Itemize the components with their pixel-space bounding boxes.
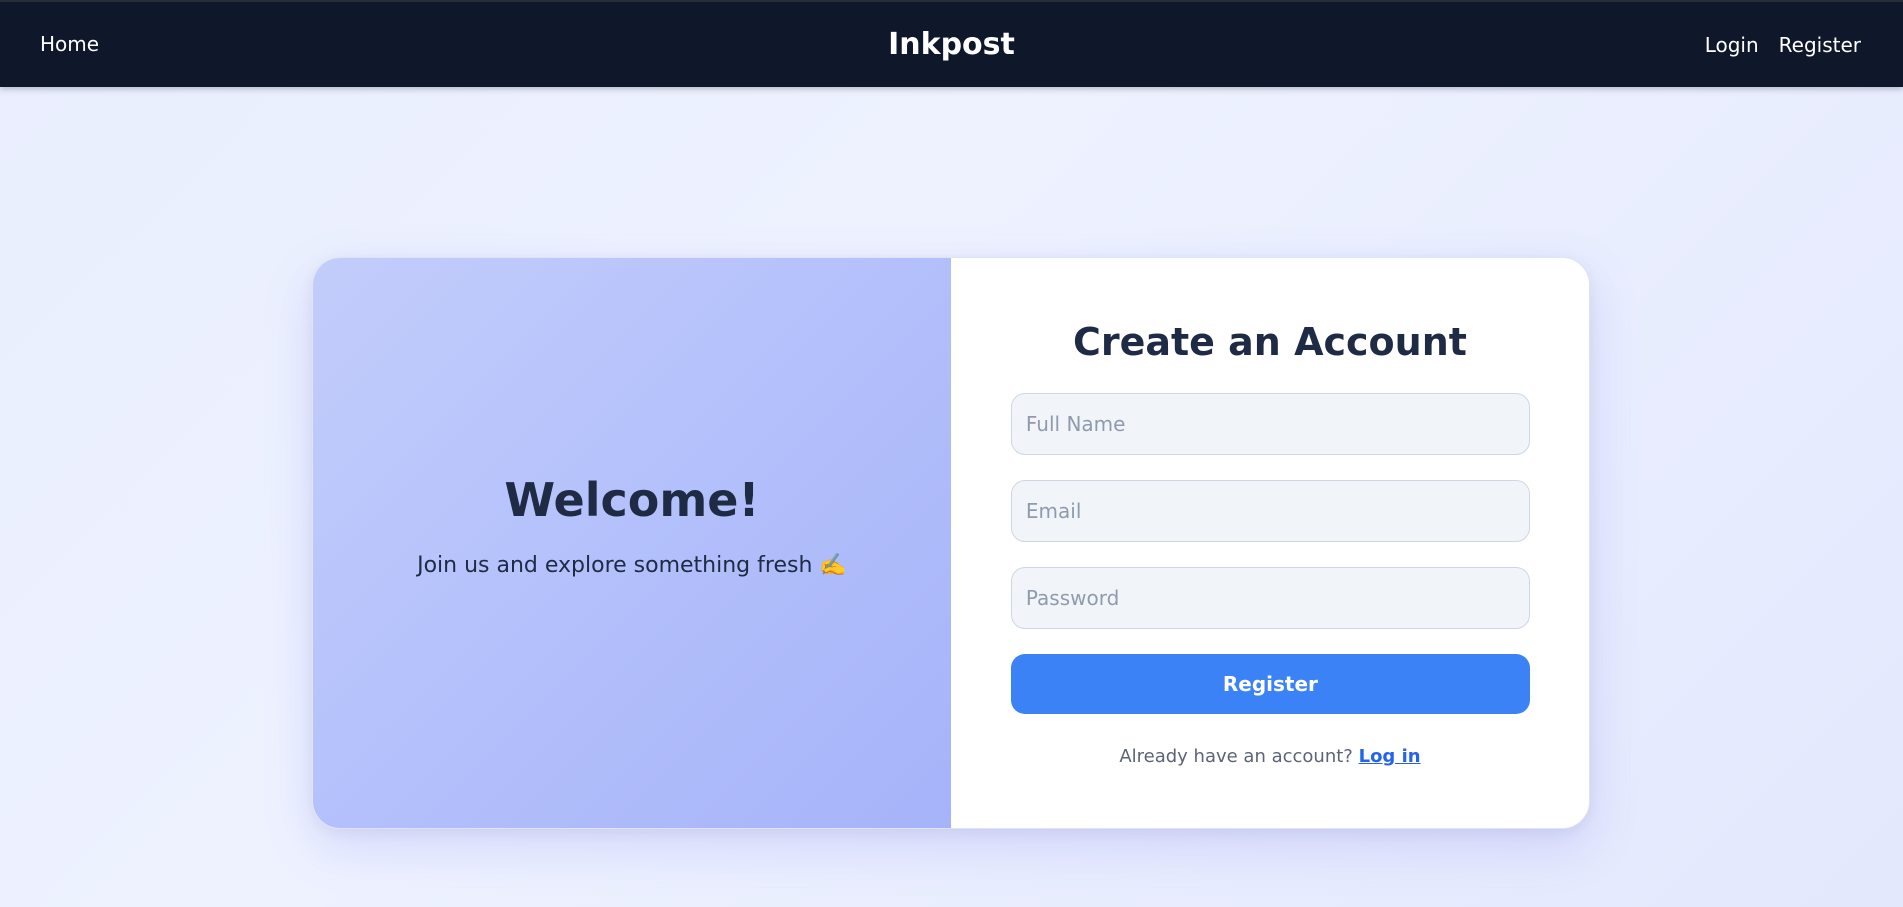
register-card: Welcome! Join us and explore something f… bbox=[312, 257, 1590, 829]
email-field[interactable] bbox=[1010, 480, 1530, 542]
welcome-subtitle: Join us and explore something fresh ✍️ bbox=[417, 552, 847, 578]
password-field[interactable] bbox=[1010, 567, 1530, 629]
login-prompt: Already have an account? Log in bbox=[951, 746, 1589, 767]
brand-logo-text: Inkpost bbox=[888, 27, 1015, 62]
welcome-panel: Welcome! Join us and explore something f… bbox=[313, 258, 951, 828]
nav-home-link[interactable]: Home bbox=[40, 2, 99, 87]
welcome-title: Welcome! bbox=[504, 472, 760, 527]
top-navbar: Home Inkpost Login Register bbox=[0, 2, 1903, 87]
login-link[interactable]: Log in bbox=[1359, 746, 1421, 767]
nav-register-link[interactable]: Register bbox=[1779, 33, 1861, 57]
nav-login-link[interactable]: Login bbox=[1705, 33, 1759, 57]
nav-auth-links: Login Register bbox=[1705, 2, 1861, 87]
register-form-panel: Create an Account Register Already have … bbox=[950, 258, 1589, 828]
full-name-field[interactable] bbox=[1010, 393, 1530, 455]
login-prompt-text: Already have an account? bbox=[1119, 746, 1353, 767]
register-submit-button[interactable]: Register bbox=[1010, 654, 1530, 714]
form-title: Create an Account bbox=[1072, 320, 1467, 364]
